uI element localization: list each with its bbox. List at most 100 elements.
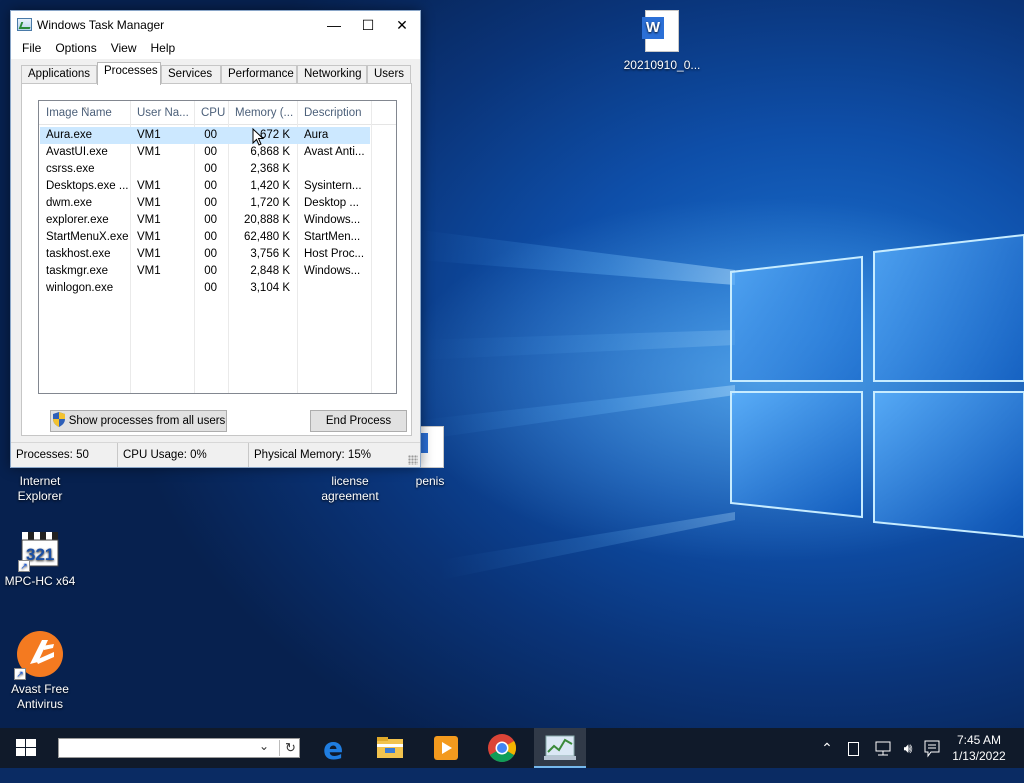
tab-users[interactable]: Users bbox=[367, 65, 411, 85]
status-cpu-usage: CPU Usage: 0% bbox=[118, 443, 249, 467]
taskbar-media-player[interactable] bbox=[422, 728, 470, 768]
desktop-icon-label: penis bbox=[415, 474, 445, 488]
process-list[interactable]: ^ Image Name User Na... CPU Memory (... … bbox=[38, 100, 397, 394]
tray-tablet[interactable] bbox=[842, 728, 864, 768]
desktop-icon-license-agreement[interactable]: license agreement bbox=[310, 474, 390, 504]
desktop-icon-label: agreement bbox=[321, 489, 379, 503]
cell-image: taskmgr.exe bbox=[46, 265, 108, 277]
cell-image: dwm.exe bbox=[46, 197, 93, 209]
menu-file[interactable]: File bbox=[15, 39, 48, 57]
desktop-icon-word-document[interactable]: W 20210910_0... bbox=[622, 10, 702, 73]
column-image-name[interactable]: ^ Image Name bbox=[39, 101, 130, 125]
column-user-name[interactable]: User Na... bbox=[130, 101, 194, 125]
desktop-icon-label: Internet bbox=[19, 474, 61, 488]
edge-icon: e bbox=[323, 732, 343, 767]
minimize-button[interactable]: — bbox=[317, 11, 351, 39]
cell-cpu: 00 bbox=[204, 180, 217, 192]
taskbar-edge[interactable]: e bbox=[312, 728, 360, 768]
cell-description: Aura bbox=[304, 129, 329, 141]
cell-cpu: 00 bbox=[204, 282, 217, 294]
mouse-cursor-icon bbox=[252, 128, 264, 146]
cell-memory: 2,848 K bbox=[250, 265, 290, 277]
end-process-button[interactable]: End Process bbox=[310, 410, 407, 432]
cell-description: Avast Anti... bbox=[304, 146, 365, 158]
mpc-icon: 321 ↗ bbox=[18, 528, 60, 572]
desktop-icon-label: license bbox=[331, 474, 369, 488]
task-manager-icon bbox=[544, 735, 576, 760]
file-explorer-icon bbox=[377, 737, 403, 758]
tab-services[interactable]: Services bbox=[161, 65, 221, 85]
cell-user: VM1 bbox=[137, 231, 161, 243]
show-all-processes-button[interactable]: Show processes from all users bbox=[50, 410, 227, 432]
refresh-icon[interactable]: ↻ bbox=[279, 740, 296, 756]
table-row[interactable]: StartMenuX.exe VM1 00 62,480 K StartMen... bbox=[40, 229, 396, 246]
cell-image: StartMenuX.exe bbox=[46, 231, 129, 243]
cell-cpu: 00 bbox=[204, 197, 217, 209]
tab-applications[interactable]: Applications bbox=[21, 65, 97, 85]
document-icon bbox=[418, 426, 444, 468]
desktop-icon-label: 20210910_0... bbox=[623, 58, 701, 72]
status-processes: Processes: 50 bbox=[11, 443, 118, 467]
table-row[interactable]: taskmgr.exe VM1 00 2,848 K Windows... bbox=[40, 263, 396, 280]
taskbar-task-manager[interactable] bbox=[534, 728, 586, 768]
taskbar-chrome[interactable] bbox=[478, 728, 526, 768]
media-player-icon bbox=[434, 736, 458, 760]
notification-icon bbox=[924, 740, 940, 758]
table-row[interactable]: Aura.exe VM1 00 672 K Aura bbox=[40, 127, 396, 144]
svg-text:e: e bbox=[323, 732, 343, 767]
cell-memory: 20,888 K bbox=[243, 214, 290, 226]
task-manager-window: Windows Task Manager — ☐ ✕ File Options Vi… bbox=[10, 10, 421, 468]
desktop-icon-avast[interactable]: ↗ Avast Free Antivirus bbox=[0, 630, 80, 712]
table-row[interactable]: dwm.exe VM1 00 1,720 K Desktop ... bbox=[40, 195, 396, 212]
tab-processes[interactable]: Processes bbox=[97, 62, 161, 85]
column-description[interactable]: Description bbox=[297, 101, 371, 125]
desktop-icon-internet-explorer[interactable]: Internet Explorer bbox=[0, 474, 80, 504]
desktop-icon-label: Explorer bbox=[17, 489, 63, 503]
table-row[interactable]: csrss.exe 00 2,368 K bbox=[40, 161, 396, 178]
column-memory[interactable]: Memory (... bbox=[228, 101, 297, 125]
cell-user: VM1 bbox=[137, 248, 161, 260]
desktop-icon-label: Antivirus bbox=[16, 697, 63, 711]
table-row[interactable]: explorer.exe VM1 00 20,888 K Windows... bbox=[40, 212, 396, 229]
taskbar-clock[interactable]: 7:45 AM 1/13/2022 bbox=[944, 732, 1014, 764]
tray-volume[interactable]: 🔊︎ bbox=[897, 728, 919, 768]
cell-user: VM1 bbox=[137, 146, 161, 158]
cell-user: VM1 bbox=[137, 214, 161, 226]
menu-help[interactable]: Help bbox=[144, 39, 183, 57]
volume-icon: 🔊︎ bbox=[903, 740, 913, 756]
taskbar-address-box[interactable]: ⌄ ↻ bbox=[58, 738, 300, 758]
chevron-down-icon[interactable]: ⌄ bbox=[259, 739, 269, 753]
menu-view[interactable]: View bbox=[104, 39, 144, 57]
close-button[interactable]: ✕ bbox=[385, 11, 419, 39]
avast-icon: ↗ bbox=[14, 630, 64, 680]
tab-performance[interactable]: Performance bbox=[221, 65, 297, 85]
tray-network[interactable] bbox=[872, 728, 896, 768]
cell-cpu: 00 bbox=[204, 163, 217, 175]
cell-memory: 6,868 K bbox=[250, 146, 290, 158]
tab-networking[interactable]: Networking bbox=[297, 65, 367, 85]
table-row[interactable]: Desktops.exe ... VM1 00 1,420 K Sysintern... bbox=[40, 178, 396, 195]
cell-memory: 3,756 K bbox=[250, 248, 290, 260]
cell-memory: 2,368 K bbox=[250, 163, 290, 175]
resize-grip[interactable] bbox=[408, 455, 418, 465]
cell-description: Desktop ... bbox=[304, 197, 359, 209]
menu-options[interactable]: Options bbox=[48, 39, 103, 57]
taskbar-file-explorer[interactable] bbox=[366, 728, 414, 768]
desktop-icon-mpc-hc[interactable]: 321 ↗ MPC-HC x64 bbox=[0, 528, 80, 589]
cell-description: Windows... bbox=[304, 265, 361, 277]
table-row[interactable]: taskhost.exe VM1 00 3,756 K Host Proc... bbox=[40, 246, 396, 263]
process-list-header: ^ Image Name User Na... CPU Memory (... … bbox=[39, 101, 396, 125]
show-hidden-icons[interactable]: ⌃ bbox=[816, 728, 838, 768]
table-row[interactable]: AvastUI.exe VM1 00 6,868 K Avast Anti... bbox=[40, 144, 396, 161]
maximize-button[interactable]: ☐ bbox=[351, 11, 385, 39]
cell-user: VM1 bbox=[137, 265, 161, 277]
cell-image: taskhost.exe bbox=[46, 248, 111, 260]
column-cpu[interactable]: CPU bbox=[194, 101, 228, 125]
start-button[interactable] bbox=[2, 728, 50, 768]
cell-description: Windows... bbox=[304, 214, 361, 226]
table-row[interactable]: winlogon.exe 00 3,104 K bbox=[40, 280, 396, 297]
cell-description: Host Proc... bbox=[304, 248, 365, 260]
sort-arrow-icon: ^ bbox=[83, 106, 87, 115]
title-bar[interactable]: Windows Task Manager — ☐ ✕ bbox=[11, 11, 420, 39]
tray-notifications[interactable] bbox=[921, 728, 943, 768]
